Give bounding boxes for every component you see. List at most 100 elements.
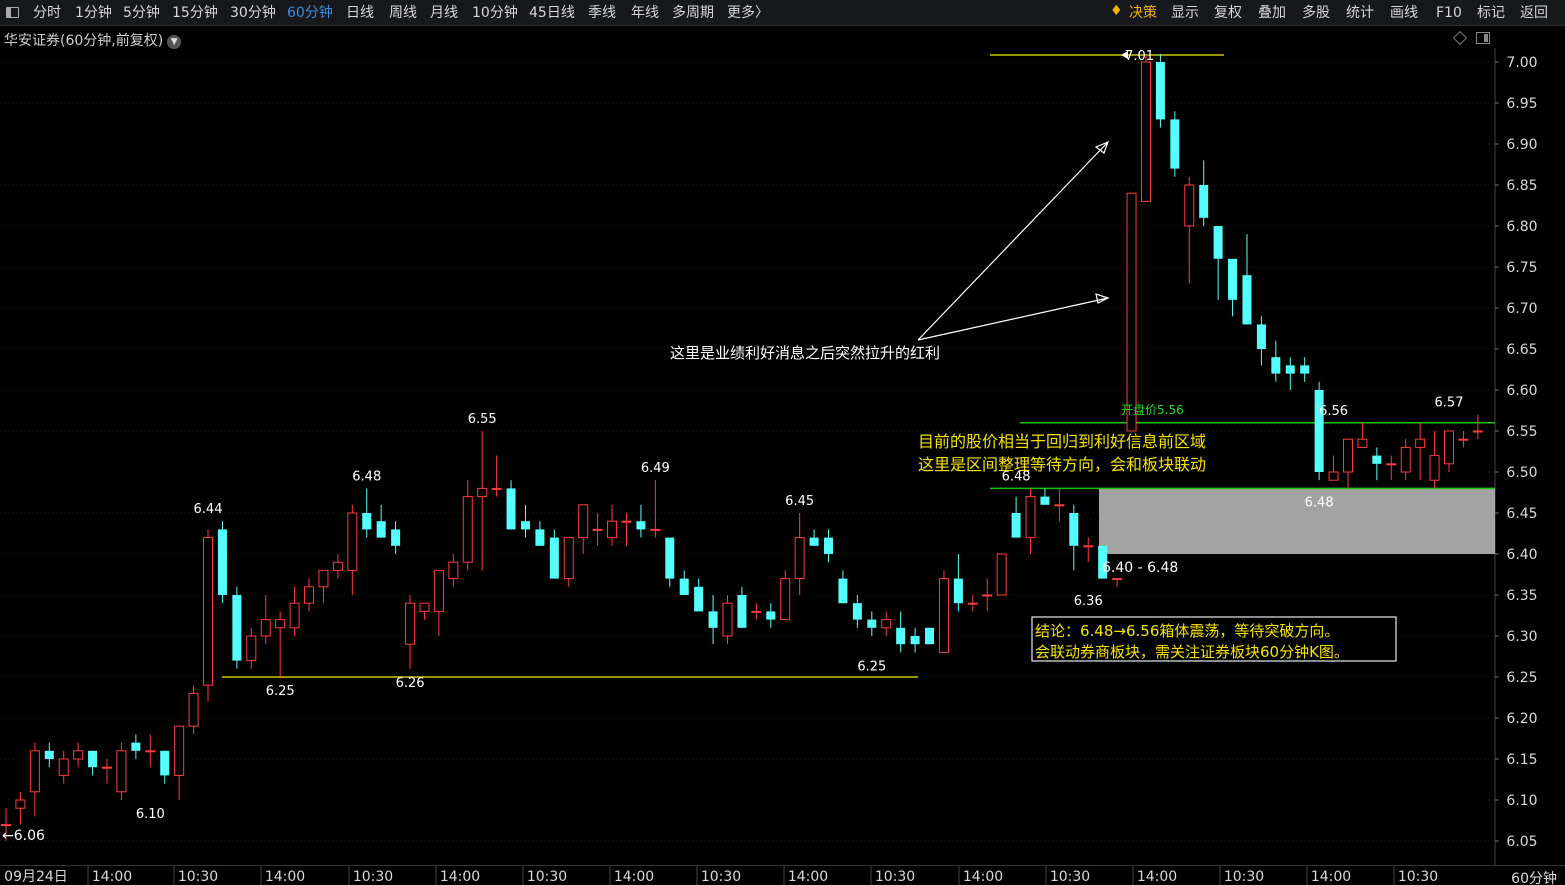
y-tick-label: 6.15	[1506, 752, 1537, 768]
y-tick-label: 6.45	[1506, 506, 1537, 522]
candle-body	[260, 619, 271, 637]
candle-body	[275, 619, 286, 629]
candle-body	[29, 750, 40, 793]
candle	[780, 570, 791, 621]
candle-body	[116, 750, 127, 793]
candle	[766, 603, 776, 628]
candle-body	[232, 595, 242, 661]
candle	[953, 554, 963, 612]
candle-body	[131, 742, 141, 751]
candle-body	[188, 692, 199, 727]
candle-body	[1199, 185, 1209, 218]
candle-body	[246, 635, 257, 662]
candle-body	[824, 537, 834, 554]
y-tick-label: 6.25	[1506, 670, 1537, 686]
candle	[433, 569, 444, 636]
candle	[1054, 488, 1065, 522]
candle	[708, 595, 718, 645]
candle	[1025, 488, 1036, 554]
candle	[145, 734, 156, 768]
y-tick-label: 6.30	[1506, 629, 1537, 645]
candle	[15, 791, 26, 825]
candle	[694, 578, 704, 612]
candle	[1170, 111, 1180, 177]
candle-body	[1314, 390, 1324, 472]
candle-body	[520, 521, 530, 530]
candle-body	[1472, 430, 1483, 433]
candle-body	[953, 578, 963, 604]
rally-annotation: 这里是业绩利好消息之后突然拉升的红利	[670, 344, 940, 362]
candle	[275, 611, 286, 677]
candle-body	[910, 636, 920, 645]
candle	[1213, 226, 1223, 300]
candle-body	[809, 537, 819, 546]
candle	[289, 586, 300, 636]
candle	[405, 595, 416, 669]
price-label: 6.26	[396, 676, 425, 691]
candle-body	[766, 611, 776, 620]
candle	[260, 595, 271, 645]
candle	[246, 627, 257, 669]
candle	[347, 504, 358, 595]
price-label: 6.25	[857, 659, 886, 674]
candlestick-chart[interactable]: 7.00 6.95 6.90 6.85 6.80 6.75 6.70 6.65 6.60 6.55…	[0, 0, 1565, 885]
candle-body	[1112, 578, 1123, 581]
candle	[1228, 258, 1238, 317]
candle	[188, 685, 199, 735]
candle-body	[491, 487, 502, 490]
candle-body	[1, 824, 11, 827]
y-tick-label: 6.40	[1506, 547, 1537, 563]
candle-body	[1069, 513, 1079, 546]
candle	[1140, 53, 1151, 202]
candle	[318, 569, 329, 604]
candle-body	[881, 619, 892, 629]
candle	[203, 529, 214, 702]
open-price-label: 开盘价5.56	[1121, 402, 1184, 417]
conclusion-text: 结论：6.48→6.56箱体震荡，等待突破方向。	[1035, 622, 1339, 640]
candle-body	[1083, 545, 1094, 548]
candle-body	[304, 586, 315, 604]
candle-body	[737, 595, 747, 628]
candle	[925, 627, 935, 645]
candle	[29, 742, 40, 817]
candle	[809, 529, 819, 546]
candle	[867, 611, 877, 636]
candle	[938, 570, 949, 653]
candle-body	[15, 799, 26, 809]
candle-body	[794, 537, 805, 580]
y-tick-label: 6.55	[1506, 424, 1537, 440]
candle-body	[217, 529, 227, 595]
candle	[1472, 414, 1483, 440]
candle-body	[376, 521, 386, 538]
candle-body	[44, 750, 54, 759]
candle	[563, 537, 574, 587]
candle-body	[203, 537, 214, 686]
y-tick-label: 6.60	[1506, 383, 1537, 399]
price-label: 6.25	[266, 684, 295, 699]
y-tick-label: 6.80	[1506, 219, 1537, 235]
y-tick-label: 6.65	[1506, 342, 1537, 358]
candle	[232, 586, 242, 669]
time-axis-bar: 60分钟	[0, 865, 1565, 885]
candle-body	[1213, 226, 1223, 259]
candle-body	[160, 750, 170, 776]
candle	[506, 480, 516, 530]
y-tick-label: 6.10	[1506, 793, 1537, 809]
candle	[1357, 422, 1368, 448]
candle	[1011, 496, 1021, 538]
candle-body	[318, 569, 329, 588]
timeframe-label[interactable]: 60分钟	[1511, 868, 1557, 885]
candle	[1400, 439, 1411, 481]
candle-body	[73, 750, 84, 760]
candle-body	[535, 529, 545, 546]
candle	[1342, 438, 1353, 489]
candle	[73, 742, 84, 768]
price-label: 7.01	[1125, 49, 1154, 64]
candle	[491, 455, 502, 497]
candle-body	[996, 553, 1007, 596]
price-label: 6.55	[468, 412, 497, 427]
candle	[131, 734, 141, 759]
candle	[1328, 455, 1339, 481]
candle	[102, 759, 113, 784]
candle-body	[636, 521, 646, 530]
